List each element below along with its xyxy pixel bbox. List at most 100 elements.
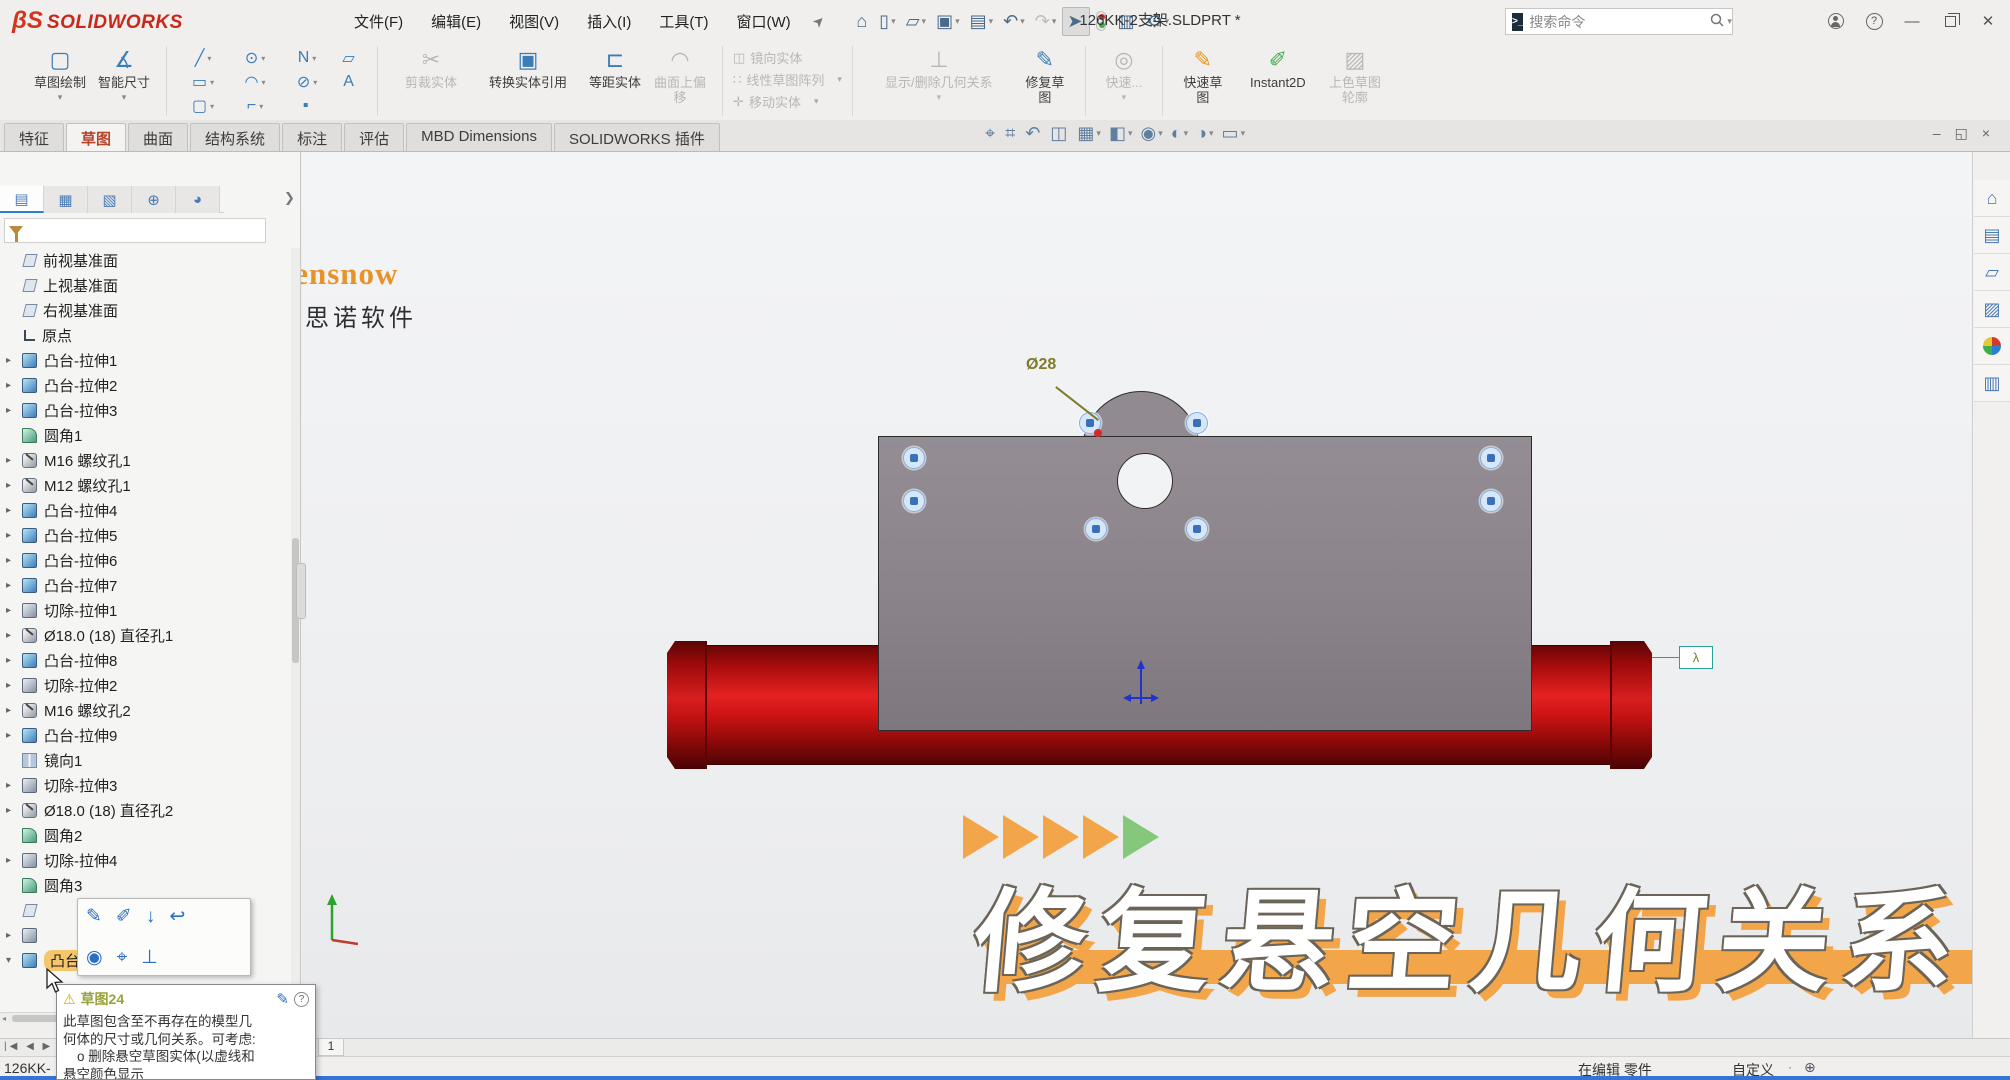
menu-item[interactable]: 文件(F) bbox=[342, 7, 415, 36]
tree-item[interactable]: 圆角1 bbox=[0, 423, 288, 448]
part-cylinder-right-cap[interactable] bbox=[1610, 641, 1652, 769]
sketch-entity-button[interactable]: N ▾ bbox=[281, 49, 333, 67]
offset-entities-button[interactable]: ⊏ 等距实体 bbox=[588, 46, 642, 90]
quick-access-button[interactable]: ⌂ bbox=[852, 8, 873, 35]
relation-badge[interactable] bbox=[1186, 518, 1208, 540]
user-account-icon[interactable] bbox=[1820, 6, 1852, 36]
expand-arrow-icon[interactable]: ▸ bbox=[6, 630, 22, 641]
tree-item[interactable]: ▸ 凸台-拉伸7 bbox=[0, 573, 288, 598]
edit-feature-icon[interactable]: ✐ bbox=[116, 905, 132, 928]
restore-icon[interactable] bbox=[1934, 6, 1966, 36]
diameter-dimension-label[interactable]: Ø28 bbox=[1026, 356, 1056, 374]
help-icon[interactable]: ? bbox=[1858, 6, 1890, 36]
tree-item[interactable]: ▸ 凸台-拉伸1 bbox=[0, 348, 288, 373]
sketch-button[interactable]: ▢ 草图绘制 ▾ bbox=[34, 46, 86, 103]
tree-item[interactable]: ▸ Ø18.0 (18) 直径孔1 bbox=[0, 623, 288, 648]
tree-item[interactable]: ▸ 切除-拉伸1 bbox=[0, 598, 288, 623]
task-pane-button[interactable]: ⌂ bbox=[1974, 180, 2010, 217]
heads-up-button[interactable]: ▦ ▾ bbox=[1077, 123, 1101, 144]
expand-arrow-icon[interactable]: ▸ bbox=[6, 480, 22, 491]
quick-snaps-button[interactable]: ◎ 快速... ▾ bbox=[1102, 46, 1146, 103]
minimize-icon[interactable]: — bbox=[1896, 6, 1928, 36]
heads-up-button[interactable]: ◉ ▾ bbox=[1140, 123, 1162, 144]
tree-item[interactable]: ▸ 凸台-拉伸3 bbox=[0, 398, 288, 423]
surface-offset-button[interactable]: ◠ 曲面上偏移 bbox=[654, 46, 706, 105]
dangling-callout[interactable]: λ bbox=[1679, 646, 1713, 669]
command-tab[interactable]: MBD Dimensions bbox=[406, 123, 552, 151]
sketch-entity-button[interactable]: ▢ ▾ bbox=[177, 96, 229, 116]
pin-menu-icon[interactable]: ➤ bbox=[808, 11, 828, 31]
task-pane-button[interactable]: ▥ bbox=[1974, 365, 2010, 402]
tree-item[interactable]: ▸ 凸台-拉伸2 bbox=[0, 373, 288, 398]
menu-item[interactable]: 插入(I) bbox=[575, 7, 643, 36]
tree-item[interactable]: 前视基准面 bbox=[0, 248, 288, 273]
suppress-icon[interactable]: ↓ bbox=[146, 906, 156, 928]
tab-scroll-arrows[interactable]: |◀ ◀ ▶ bbox=[4, 1041, 53, 1052]
heads-up-button[interactable]: ↶ bbox=[1025, 123, 1042, 144]
tree-item[interactable]: ▸ 凸台-拉伸4 bbox=[0, 498, 288, 523]
convert-entities-button[interactable]: ▣ 转换实体引用 bbox=[480, 46, 576, 90]
command-tab[interactable]: 特征 bbox=[4, 123, 64, 151]
menu-item[interactable]: 工具(T) bbox=[647, 7, 720, 36]
panel-tab[interactable]: ◕ bbox=[176, 186, 220, 213]
shaded-contours-button[interactable]: ▨ 上色草图轮廓 bbox=[1329, 46, 1381, 105]
rapid-sketch-button[interactable]: ✎ 快速草图 bbox=[1179, 46, 1227, 105]
expand-arrow-icon[interactable]: ▸ bbox=[6, 405, 22, 416]
restore-document-icon[interactable]: ◱ bbox=[1955, 125, 1968, 142]
tree-item[interactable]: ▸ M16 螺纹孔1 bbox=[0, 448, 288, 473]
command-search[interactable]: >_ ▾ bbox=[1505, 8, 1733, 35]
tree-item[interactable]: 原点 bbox=[0, 323, 288, 348]
edit-sketch-icon[interactable]: ✎ bbox=[276, 990, 289, 1008]
menu-item[interactable]: 视图(V) bbox=[497, 7, 571, 36]
relation-badge[interactable] bbox=[1480, 447, 1502, 469]
expand-arrow-icon[interactable]: ▸ bbox=[6, 580, 22, 591]
tree-item[interactable]: ▸ 凸台-拉伸9 bbox=[0, 723, 288, 748]
panel-tab[interactable]: ▧ bbox=[88, 186, 132, 213]
display-delete-relations-button[interactable]: ⊥ 显示/删除几何关系 ▾ bbox=[869, 46, 1009, 103]
scroll-left-icon[interactable]: ◂ bbox=[2, 1014, 6, 1023]
tree-vertical-scrollbar[interactable] bbox=[291, 248, 300, 1008]
normal-to-icon[interactable]: ⊥ bbox=[141, 946, 158, 969]
task-pane-button[interactable] bbox=[1974, 328, 2010, 365]
command-tab[interactable]: 标注 bbox=[282, 123, 342, 151]
rollback-icon[interactable]: ↩ bbox=[169, 905, 185, 928]
sketch-entity-button[interactable]: ╱ ▾ bbox=[177, 48, 229, 68]
trim-entities-button[interactable]: ✂ 剪裁实体 bbox=[394, 46, 468, 90]
search-input[interactable] bbox=[1529, 14, 1710, 30]
tree-item[interactable]: ▸ 凸台-拉伸8 bbox=[0, 648, 288, 673]
part-cylinder-left-cap[interactable] bbox=[667, 641, 707, 769]
expand-arrow-icon[interactable]: ▸ bbox=[6, 655, 22, 666]
tree-item[interactable]: ▸ M16 螺纹孔2 bbox=[0, 698, 288, 723]
tree-item[interactable]: ▸ 切除-拉伸4 bbox=[0, 848, 288, 873]
tree-filter-box[interactable] bbox=[4, 218, 266, 243]
search-caret-icon[interactable]: ▾ bbox=[1727, 16, 1732, 27]
quick-access-button[interactable]: ▱ ▾ bbox=[902, 8, 930, 35]
quick-access-button[interactable]: ▤ ▾ bbox=[966, 8, 998, 35]
sketch-entity-button[interactable]: ▱ bbox=[333, 48, 367, 68]
quick-access-button[interactable]: ▣ ▾ bbox=[932, 8, 964, 35]
panel-splitter-handle[interactable] bbox=[296, 563, 306, 619]
heads-up-button[interactable]: ◫ bbox=[1050, 123, 1069, 144]
help-icon[interactable]: ? bbox=[294, 992, 309, 1007]
panel-expand-button[interactable]: ❯ bbox=[284, 190, 295, 206]
task-pane-button[interactable]: ▱ bbox=[1974, 254, 2010, 291]
instant2d-button[interactable]: ✐ Instant2D bbox=[1239, 46, 1317, 90]
tree-item[interactable]: 圆角3 bbox=[0, 873, 288, 898]
menu-item[interactable]: 窗口(W) bbox=[724, 7, 802, 36]
relation-badge[interactable] bbox=[1186, 412, 1208, 434]
relation-badge[interactable] bbox=[903, 490, 925, 512]
expand-arrow-icon[interactable]: ▸ bbox=[6, 780, 22, 791]
heads-up-button[interactable]: ◧ ▾ bbox=[1109, 123, 1133, 144]
tree-item[interactable]: 右视基准面 bbox=[0, 298, 288, 323]
tree-item[interactable]: ▸ 凸台-拉伸5 bbox=[0, 523, 288, 548]
expand-arrow-icon[interactable]: ▸ bbox=[6, 705, 22, 716]
expand-arrow-icon[interactable]: ▸ bbox=[6, 680, 22, 691]
expand-arrow-icon[interactable]: ▸ bbox=[6, 380, 22, 391]
heads-up-button[interactable]: ◑ ▾ bbox=[1196, 123, 1213, 144]
sketch-entity-button[interactable]: ⊘ ▾ bbox=[281, 72, 333, 92]
repair-sketch-button[interactable]: ✎ 修复草图 bbox=[1021, 46, 1069, 105]
task-pane-button[interactable]: ▨ bbox=[1974, 291, 2010, 328]
linear-pattern-button[interactable]: ∷ 线性草图阵列 ▾ bbox=[733, 70, 842, 89]
expand-arrow-icon[interactable]: ▸ bbox=[6, 930, 22, 941]
expand-arrow-icon[interactable]: ▸ bbox=[6, 805, 22, 816]
